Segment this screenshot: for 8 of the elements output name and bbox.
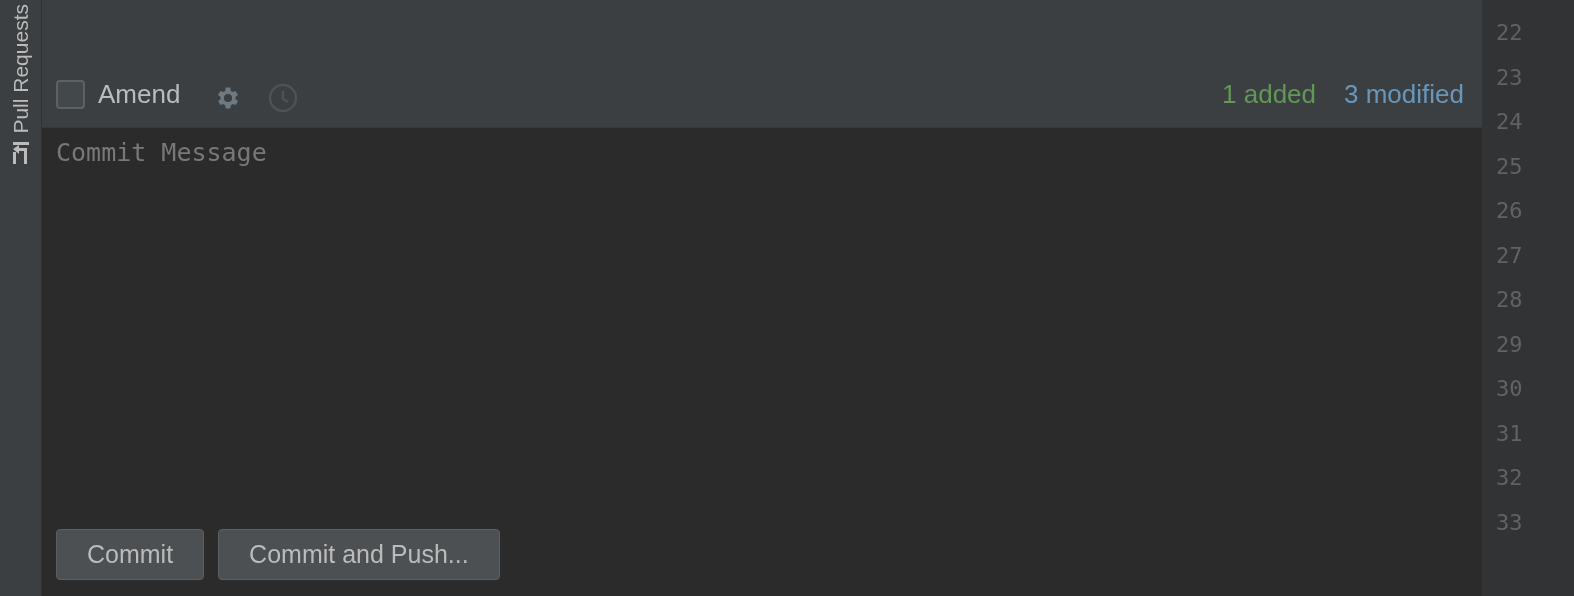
- pull-requests-tab[interactable]: Pull Requests: [10, 0, 31, 164]
- added-count: 1 added: [1222, 78, 1317, 111]
- amend-checkbox[interactable]: Amend: [56, 75, 181, 114]
- modified-count: 3 modified: [1344, 78, 1464, 111]
- commit-button[interactable]: Commit and Push...: [218, 529, 500, 580]
- commit-button[interactable]: Commit: [56, 529, 205, 580]
- commit-message-field[interactable]: Commit Message: [42, 128, 1482, 529]
- pull-request-icon: [10, 141, 31, 164]
